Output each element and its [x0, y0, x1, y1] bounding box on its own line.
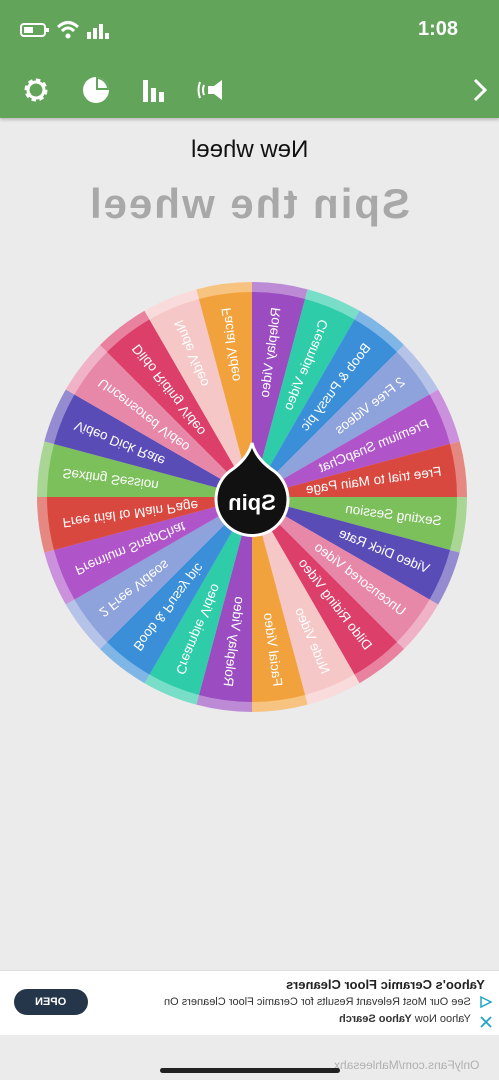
watermark: OnlyFans.com/Mahleesahx: [333, 1058, 479, 1072]
wheel-name[interactable]: New wheel: [191, 136, 308, 164]
status-bar: 1:08: [0, 0, 499, 62]
pie-chart-icon[interactable]: [76, 70, 116, 110]
ad-banner[interactable]: Yahoo's Ceramic Floor Cleaners See Our M…: [0, 970, 499, 1035]
ad-line1: See Our Most Relevant Results for Cerami…: [164, 996, 471, 1008]
battery-icon: [20, 22, 50, 43]
bar-chart-icon[interactable]: [134, 70, 174, 110]
signal-icon: [86, 20, 110, 45]
title-area: New wheel Spin the wheel: [0, 128, 499, 228]
sound-icon[interactable]: [192, 70, 232, 110]
ad-info-icon[interactable]: [479, 995, 493, 1014]
ad-title[interactable]: Yahoo's Ceramic Floor Cleaners: [286, 977, 485, 992]
spin-label: Spin: [228, 490, 276, 515]
ad-close-icon[interactable]: [479, 1015, 493, 1034]
status-time: 1:08: [418, 18, 459, 40]
chevron-right-icon[interactable]: [460, 70, 499, 110]
wifi-icon: [56, 20, 80, 45]
ad-open-label: OPEN: [35, 996, 67, 1008]
ad-open-button[interactable]: OPEN: [14, 989, 88, 1015]
home-indicator[interactable]: [160, 1068, 340, 1073]
spin-wheel[interactable]: Roleplay VideoCreampie VideoBoob & Pussy…: [30, 275, 474, 719]
wheel-heading: Spin the wheel: [88, 180, 411, 227]
gear-icon[interactable]: [16, 70, 56, 110]
toolbar: [0, 62, 499, 118]
ad-line2-prefix: Yahoo Now: [414, 1013, 471, 1025]
ad-line2: Yahoo Now Yahoo Search: [339, 1013, 471, 1025]
ad-line2-brand: Yahoo Search: [339, 1013, 412, 1025]
